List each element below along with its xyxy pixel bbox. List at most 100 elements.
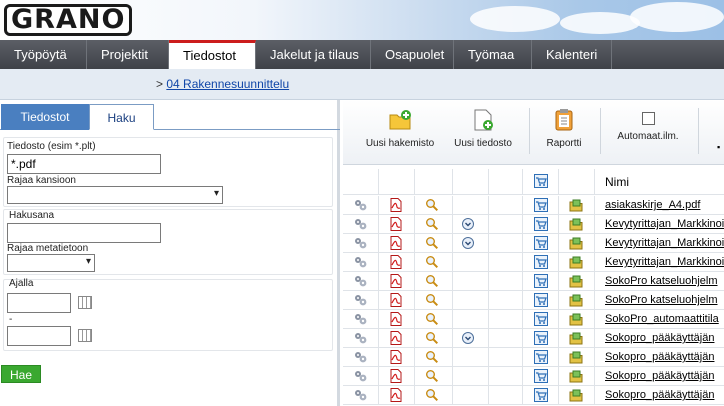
name-column-header[interactable]: Nimi — [605, 175, 629, 189]
new-folder-button[interactable]: Uusi hakemisto — [365, 108, 435, 149]
file-name-link[interactable]: asiakaskirje_A4.pdf — [605, 199, 700, 211]
table-row[interactable]: Sokopro_pääkäyttäjän — [343, 348, 724, 367]
gears-icon[interactable] — [353, 293, 367, 307]
file-name-link[interactable]: Sokopro_pääkäyttäjän — [605, 351, 714, 363]
keyword-input[interactable] — [7, 223, 161, 243]
folder-note-icon[interactable] — [569, 236, 583, 250]
gears-icon[interactable] — [353, 198, 367, 212]
report-button[interactable]: Raportti — [539, 108, 589, 149]
magnifier-icon[interactable] — [425, 255, 439, 269]
grano-logo[interactable]: GRANO — [4, 4, 133, 36]
nav-jakelut-ja-tilaus[interactable]: Jakelut ja tilaus — [256, 40, 371, 69]
pdf-icon[interactable] — [389, 331, 403, 345]
calendar-icon[interactable] — [78, 296, 92, 309]
cart-icon[interactable] — [534, 312, 548, 326]
gears-icon[interactable] — [353, 274, 367, 288]
file-name-link[interactable]: SokoPro katseluohjelm — [605, 275, 718, 287]
folder-note-icon[interactable] — [569, 312, 583, 326]
cart-icon[interactable] — [534, 350, 548, 364]
cart-icon[interactable] — [534, 331, 548, 345]
magnifier-icon[interactable] — [425, 236, 439, 250]
gears-icon[interactable] — [353, 312, 367, 326]
folder-select[interactable]: ▾ — [7, 186, 223, 204]
folder-note-icon[interactable] — [569, 217, 583, 231]
magnifier-icon[interactable] — [425, 369, 439, 383]
gears-icon[interactable] — [353, 217, 367, 231]
folder-note-icon[interactable] — [569, 350, 583, 364]
nav-kalenteri[interactable]: Kalenteri — [532, 40, 612, 69]
pdf-icon[interactable] — [389, 293, 403, 307]
date-to-input[interactable] — [7, 326, 71, 346]
tab-haku[interactable]: Haku — [89, 104, 154, 130]
table-row[interactable]: Kevytyrittajan_Markkinoi — [343, 253, 724, 272]
nav-tiedostot[interactable]: Tiedostot — [169, 40, 256, 69]
table-row[interactable]: Kevytyrittajan_Markkinoi — [343, 234, 724, 253]
folder-note-icon[interactable] — [569, 274, 583, 288]
table-row[interactable]: SokoPro katseluohjelm — [343, 291, 724, 310]
table-row[interactable]: SokoPro_automaattitila — [343, 310, 724, 329]
new-file-button[interactable]: Uusi tiedosto — [448, 108, 518, 149]
nav-osapuolet[interactable]: Osapuolet — [371, 40, 454, 69]
tab-tiedostot[interactable]: Tiedostot — [1, 104, 89, 130]
pdf-icon[interactable] — [389, 274, 403, 288]
table-row[interactable]: Sokopro_pääkäyttäjän — [343, 367, 724, 386]
magnifier-icon[interactable] — [425, 331, 439, 345]
gears-icon[interactable] — [353, 331, 367, 345]
cart-icon[interactable] — [534, 236, 548, 250]
expand-chevron-icon[interactable] — [461, 331, 475, 345]
cart-icon[interactable] — [534, 198, 548, 212]
pdf-icon[interactable] — [389, 217, 403, 231]
auto-notify-toggle[interactable]: Automaat.ilm. — [608, 108, 688, 142]
cart-icon[interactable] — [534, 293, 548, 307]
file-name-link[interactable]: Sokopro_pääkäyttäjän — [605, 370, 714, 382]
cart-icon[interactable] — [534, 174, 548, 188]
file-name-link[interactable]: Kevytyrittajan_Markkinoi — [605, 256, 724, 268]
file-name-link[interactable]: Sokopro_pääkäyttäjän — [605, 389, 714, 401]
cart-icon[interactable] — [534, 217, 548, 231]
file-name-link[interactable]: Sokopro_pääkäyttäjän — [605, 332, 714, 344]
table-row[interactable]: Sokopro_pääkäyttäjän — [343, 329, 724, 348]
magnifier-icon[interactable] — [425, 217, 439, 231]
folder-note-icon[interactable] — [569, 388, 583, 402]
nav-tyopoyta[interactable]: Työpöytä — [0, 40, 87, 69]
table-row[interactable]: Sokopro_pääkäyttäjän — [343, 386, 724, 405]
gears-icon[interactable] — [353, 369, 367, 383]
gears-icon[interactable] — [353, 388, 367, 402]
magnifier-icon[interactable] — [425, 350, 439, 364]
date-from-input[interactable] — [7, 293, 71, 313]
table-row[interactable]: asiakaskirje_A4.pdf — [343, 196, 724, 215]
toolbar-overflow-icon[interactable]: ▪ — [717, 142, 720, 152]
file-name-link[interactable]: Kevytyrittajan_Markkinoi — [605, 237, 724, 249]
magnifier-icon[interactable] — [425, 198, 439, 212]
folder-note-icon[interactable] — [569, 331, 583, 345]
search-button[interactable]: Hae — [1, 365, 41, 383]
pdf-icon[interactable] — [389, 350, 403, 364]
folder-note-icon[interactable] — [569, 369, 583, 383]
magnifier-icon[interactable] — [425, 274, 439, 288]
breadcrumb-link[interactable]: 04 Rakennesuunnittelu — [166, 77, 289, 91]
pdf-icon[interactable] — [389, 388, 403, 402]
file-name-link[interactable]: SokoPro_automaattitila — [605, 313, 719, 325]
gears-icon[interactable] — [353, 255, 367, 269]
cart-icon[interactable] — [534, 369, 548, 383]
pdf-icon[interactable] — [389, 312, 403, 326]
table-row[interactable]: SokoPro katseluohjelm — [343, 272, 724, 291]
gears-icon[interactable] — [353, 236, 367, 250]
cart-icon[interactable] — [534, 388, 548, 402]
pdf-icon[interactable] — [389, 198, 403, 212]
folder-note-icon[interactable] — [569, 255, 583, 269]
cart-icon[interactable] — [534, 274, 548, 288]
gears-icon[interactable] — [353, 350, 367, 364]
magnifier-icon[interactable] — [425, 293, 439, 307]
pdf-icon[interactable] — [389, 236, 403, 250]
auto-notify-checkbox[interactable] — [641, 112, 655, 125]
file-pattern-input[interactable]: *.pdf — [7, 154, 161, 174]
file-name-link[interactable]: Kevytyrittajan_Markkinoi — [605, 218, 724, 230]
nav-tyomaa[interactable]: Työmaa — [454, 40, 532, 69]
expand-chevron-icon[interactable] — [461, 217, 475, 231]
folder-note-icon[interactable] — [569, 198, 583, 212]
calendar-icon[interactable] — [78, 329, 92, 342]
nav-projektit[interactable]: Projektit — [87, 40, 169, 69]
metadata-select[interactable]: ▾ — [7, 254, 95, 272]
pdf-icon[interactable] — [389, 369, 403, 383]
